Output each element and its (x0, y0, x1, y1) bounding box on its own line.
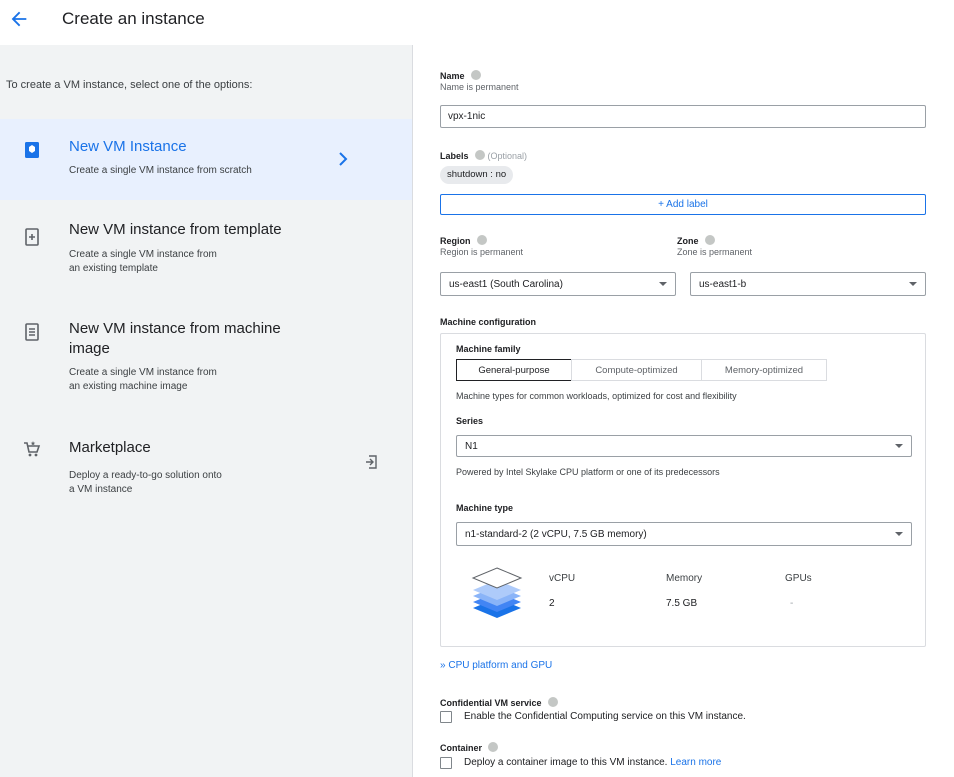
creation-options-panel: To create a VM instance, select one of t… (0, 45, 412, 777)
region-value: us-east1 (South Carolina) (449, 279, 563, 290)
gpus-label: GPUs (785, 573, 812, 584)
machine-family-description: Machine types for common workloads, opti… (456, 391, 737, 401)
region-hint: Region is permanent (440, 247, 524, 257)
learn-more-link[interactable]: Learn more (670, 757, 721, 768)
dropdown-caret-icon (895, 444, 903, 448)
machine-type-select[interactable]: n1-standard-2 (2 vCPU, 7.5 GB memory) (456, 522, 912, 546)
series-description: Powered by Intel Skylake CPU platform or… (456, 467, 720, 477)
vm-instance-icon (25, 142, 39, 158)
help-icon[interactable] (547, 697, 558, 707)
name-input[interactable]: vpx-1nic (440, 105, 926, 128)
zone-select[interactable]: us-east1-b (690, 272, 926, 296)
name-hint: Name is permanent (440, 82, 519, 92)
vcpu-value: 2 (549, 598, 555, 609)
help-icon[interactable] (476, 235, 487, 245)
confidential-vm-checkbox[interactable] (440, 711, 452, 723)
zone-hint: Zone is permanent (677, 247, 753, 257)
option-description: Create a single VM instance from an exis… (69, 249, 217, 274)
tab-general-purpose[interactable]: General-purpose (456, 359, 572, 381)
zone-value: us-east1-b (699, 279, 747, 290)
expand-chevron-icon: »︎ (440, 660, 446, 671)
dropdown-caret-icon (909, 282, 917, 286)
option-description: Create a single VM instance from an exis… (69, 367, 217, 392)
machine-family-label: Machine family (456, 344, 521, 354)
cart-icon (24, 441, 41, 457)
machine-config-heading: Machine configuration (440, 317, 537, 327)
open-external-icon (366, 455, 377, 469)
cpu-platform-link: CPU platform and GPU (448, 660, 553, 671)
container-check-label: Deploy a container image to this VM inst… (464, 757, 722, 768)
help-icon[interactable] (474, 150, 485, 160)
gpus-value: - (790, 598, 794, 609)
machine-image-icon (25, 323, 39, 341)
region-label: Region (440, 235, 487, 246)
option-title: Marketplace (69, 439, 151, 456)
page-title: Create an instance (62, 9, 205, 28)
label-chip[interactable]: shutdown : no (440, 166, 514, 184)
back-arrow-icon[interactable] (8, 8, 30, 30)
confidential-vm-check-label: Enable the Confidential Computing servic… (464, 711, 746, 722)
container-label: Container (440, 742, 499, 753)
region-select[interactable]: us-east1 (South Carolina) (440, 272, 676, 296)
options-intro: To create a VM instance, select one of t… (6, 79, 253, 91)
option-description: Create a single VM instance from scratch (69, 165, 252, 176)
help-icon[interactable] (470, 70, 481, 80)
option-title: New VM instance from template (69, 221, 282, 238)
machine-layers-icon (471, 567, 523, 618)
dropdown-caret-icon (659, 282, 667, 286)
help-icon[interactable] (488, 742, 499, 752)
series-label: Series (456, 416, 484, 426)
panel-divider (412, 45, 413, 777)
series-value: N1 (465, 441, 478, 452)
help-icon[interactable] (704, 235, 715, 245)
memory-value: 7.5 GB (666, 598, 698, 609)
option-vm-from-template[interactable]: New VM instance from template Create a s… (0, 213, 412, 298)
option-description: Deploy a ready-to-go solution onto a VM … (69, 470, 222, 495)
option-title: New VM Instance (69, 138, 187, 155)
template-icon (25, 228, 39, 246)
series-select[interactable]: N1 (456, 435, 912, 457)
labels-label: Labels (Optional) (440, 150, 528, 161)
machine-config-box: Machine family General-purpose Compute-o… (440, 333, 926, 647)
option-vm-from-machine-image[interactable]: New VM instance from machine image Creat… (0, 310, 412, 410)
add-label-button[interactable]: + Add label (440, 194, 926, 215)
dropdown-caret-icon (895, 532, 903, 536)
page-header: Create an instance (0, 0, 954, 42)
confidential-vm-label: Confidential VM service (440, 697, 558, 708)
vcpu-label: vCPU (549, 573, 576, 584)
memory-label: Memory (666, 573, 703, 584)
tab-memory-optimized[interactable]: Memory-optimized (701, 359, 827, 381)
option-title: New VM instance from machine image (69, 320, 281, 357)
name-label: Name (440, 70, 481, 81)
chevron-right-icon (339, 152, 348, 166)
machine-type-label: Machine type (456, 503, 514, 513)
container-checkbox[interactable] (440, 757, 452, 769)
option-new-vm-instance[interactable]: New VM Instance Create a single VM insta… (0, 119, 412, 200)
option-marketplace[interactable]: Marketplace Deploy a ready-to-go solutio… (0, 429, 412, 509)
tab-compute-optimized[interactable]: Compute-optimized (571, 359, 702, 381)
cpu-platform-toggle[interactable]: »︎ CPU platform and GPU (440, 660, 552, 671)
machine-type-value: n1-standard-2 (2 vCPU, 7.5 GB memory) (465, 529, 647, 540)
zone-label: Zone (677, 235, 715, 246)
